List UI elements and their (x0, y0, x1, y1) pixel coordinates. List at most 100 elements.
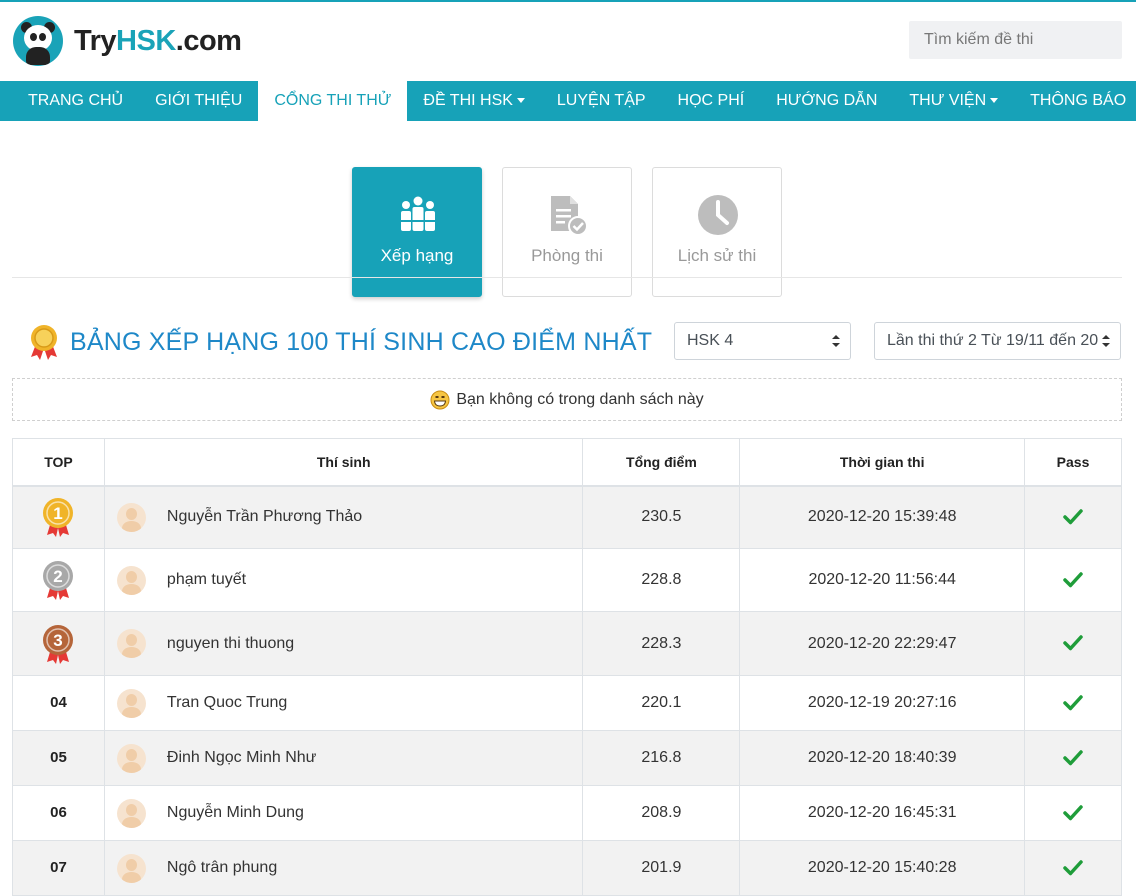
tab-exam-history-label: Lịch sử thi (677, 246, 757, 265)
rank-cell: 06 (12, 785, 105, 841)
name-cell: Đinh Ngọc Minh Như (103, 730, 584, 786)
nav-item-5[interactable]: HỌC PHÍ (662, 81, 761, 121)
tab-exam-room-label: Phòng thi (531, 246, 603, 265)
score-cell: 228.3 (582, 611, 741, 676)
main-nav: TRANG CHỦ GIỚI THIỆU CỔNG THI THỬ ĐỀ THI HS… (0, 81, 1136, 121)
select-arrows-icon (1102, 335, 1110, 347)
select-arrows-icon (832, 335, 840, 347)
name-cell: Nguyễn Minh Dung (103, 785, 584, 841)
rank-cell: 2 (12, 548, 105, 612)
candidate-name: Nguyễn Trần Phương Thảo (166, 508, 363, 526)
panda-logo-icon (13, 16, 63, 66)
name-cell: Tran Quoc Trung (103, 675, 584, 731)
exam-round-select[interactable]: Lần thi thứ 2 Từ 19/11 đến 20 (874, 322, 1121, 360)
name-cell: nguyen thi thuong (103, 611, 584, 676)
header-name: Thí sinh (103, 438, 584, 487)
candidate-name: Nguyễn Minh Dung (166, 804, 304, 821)
nav-item-4[interactable]: LUYỆN TẬP (541, 81, 662, 121)
score-cell: 201.9 (582, 840, 741, 896)
nav-item-label: HƯỚNG DẪN (776, 92, 878, 109)
nav-item-label: TRANG CHỦ (28, 92, 124, 109)
search-input[interactable]: Tìm kiếm đề thi (909, 21, 1122, 59)
pass-cell (1024, 730, 1122, 786)
nav-item-label: CỔNG THI THỬ (274, 92, 392, 109)
pass-cell (1024, 548, 1122, 612)
table-row[interactable]: 05 Đinh Ngọc Minh Như 216.8 2020-12-20 18:4… (12, 730, 1122, 786)
nav-item-0[interactable]: TRANG CHỦ (12, 81, 139, 121)
candidate-name: Tran Quoc Trung (166, 694, 288, 711)
rank-cell: 3 (12, 611, 105, 676)
check-icon (1063, 805, 1083, 821)
nav-item-2[interactable]: CỔNG THI THỬ (258, 81, 408, 121)
score-cell: 228.8 (582, 548, 741, 612)
nav-item-3[interactable]: ĐỀ THI HSK (407, 81, 541, 121)
table-row[interactable]: 04 Tran Quoc Trung 220.1 2020-12-19 20:27:1… (12, 675, 1122, 731)
check-icon (1063, 509, 1083, 525)
pass-cell (1024, 785, 1122, 841)
score-cell: 230.5 (582, 485, 741, 549)
table-row[interactable]: 1 Nguyễn Trần Phương Thảo 230.5 2020-12-20 … (12, 485, 1122, 549)
avatar (116, 743, 146, 773)
site-header: TryHSK.com Tìm kiếm đề thi (0, 2, 1136, 81)
nav-item-1[interactable]: GIỚI THIỆU (139, 81, 258, 121)
award-medal-icon (31, 325, 57, 360)
header-score: Tổng điểm (582, 438, 741, 487)
nav-item-label: LUYỆN TẬP (556, 92, 646, 109)
check-icon (1063, 860, 1083, 876)
score-cell: 216.8 (582, 730, 741, 786)
header-time: Thời gian thi (739, 438, 1026, 487)
time-cell: 2020-12-20 15:39:48 (739, 485, 1026, 549)
name-cell: Nguyễn Trần Phương Thảo (103, 485, 584, 549)
score-cell: 208.9 (582, 785, 741, 841)
medal-rank-number: 2 (54, 567, 63, 586)
silver-medal-icon: 2 (43, 561, 74, 600)
nav-item-7[interactable]: THƯ VIỆN (893, 81, 1014, 121)
check-icon (1063, 695, 1083, 711)
nav-item-label: ĐỀ THI HSK (423, 92, 513, 109)
rank-cell: 05 (12, 730, 105, 786)
rank-number: 05 (50, 749, 67, 766)
avatar (116, 629, 146, 658)
logo-text: TryHSK.com (74, 24, 242, 57)
pass-cell (1024, 840, 1122, 896)
avatar (116, 565, 146, 595)
caret-down-icon (990, 98, 999, 104)
notice-text: Bạn không có trong danh sách này (456, 390, 704, 408)
time-cell: 2020-12-19 20:27:16 (739, 675, 1026, 731)
bronze-medal-icon: 3 (43, 624, 74, 664)
site-logo[interactable]: TryHSK.com (13, 16, 242, 66)
ranking-heading: BẢNG XẾP HẠNG 100 THÍ SINH CAO ĐIỂM NHẤT (28, 322, 652, 362)
rank-number: 07 (50, 859, 67, 876)
name-cell: phạm tuyết (103, 548, 584, 612)
table-row[interactable]: 2 phạm tuyết 228.8 2020-12-20 11:56:44 (12, 548, 1122, 612)
tab-ranking-label: Xếp hạng (380, 246, 454, 265)
rank-number: 06 (50, 804, 67, 821)
candidate-name: Đinh Ngọc Minh Như (166, 749, 317, 766)
rank-number: 04 (50, 694, 67, 711)
time-cell: 2020-12-20 18:40:39 (739, 730, 1026, 786)
nav-item-6[interactable]: HƯỚNG DẪN (760, 81, 893, 121)
pass-cell (1024, 485, 1122, 549)
section-divider (12, 277, 1122, 278)
not-in-list-notice: Bạn không có trong danh sách này (12, 378, 1122, 421)
ranking-title: BẢNG XẾP HẠNG 100 THÍ SINH CAO ĐIỂM NHẤT (70, 327, 653, 356)
hsk-level-select[interactable]: HSK 4 (674, 322, 851, 360)
check-icon (1063, 572, 1083, 588)
nav-item-label: GIỚI THIỆU (155, 92, 243, 109)
medal-rank-number: 1 (54, 504, 63, 523)
rank-cell: 04 (12, 675, 105, 731)
table-row[interactable]: 06 Nguyễn Minh Dung 208.9 2020-12-20 16:45:… (12, 785, 1122, 841)
candidate-name: nguyen thi thuong (166, 634, 295, 652)
candidate-name: phạm tuyết (166, 571, 247, 588)
time-cell: 2020-12-20 22:29:47 (739, 611, 1026, 676)
header-pass: Pass (1024, 438, 1122, 487)
avatar (116, 798, 146, 828)
name-cell: Ngô trân phung (103, 840, 584, 896)
avatar (116, 502, 146, 532)
score-cell: 220.1 (582, 675, 741, 731)
caret-down-icon (516, 98, 525, 104)
pass-cell (1024, 611, 1122, 676)
nav-item-8[interactable]: THÔNG BÁO (1014, 81, 1136, 121)
table-row[interactable]: 07 Ngô trân phung 201.9 2020-12-20 15:40:28 (12, 840, 1122, 896)
table-row[interactable]: 3 nguyen thi thuong 228.3 2020-12-20 22:29:… (12, 611, 1122, 676)
